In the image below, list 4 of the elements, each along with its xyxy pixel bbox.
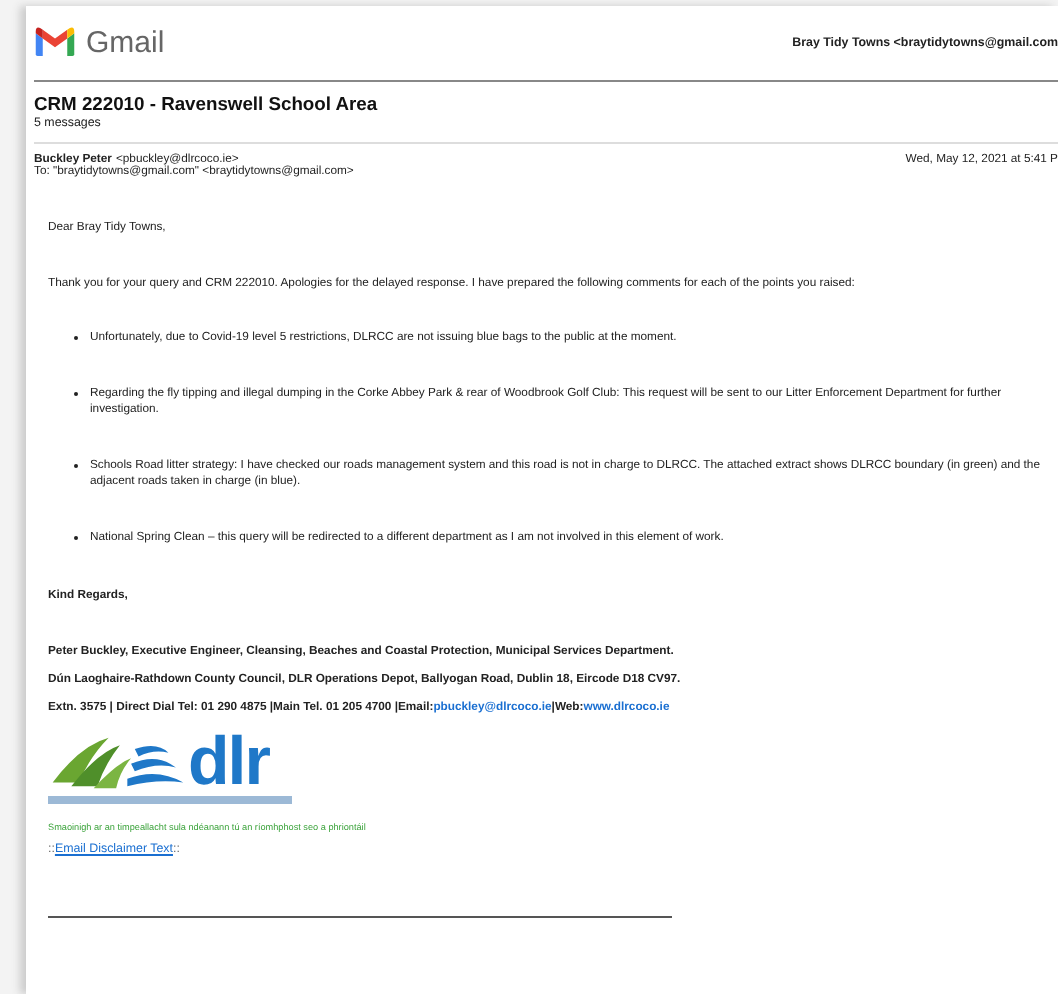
thread-title: CRM 222010 - Ravenswell School Area [34,92,380,114]
brand-name: Gmail [86,25,165,59]
logo-text: dlr [188,734,269,790]
envelope-m-logo-icon [34,26,76,58]
